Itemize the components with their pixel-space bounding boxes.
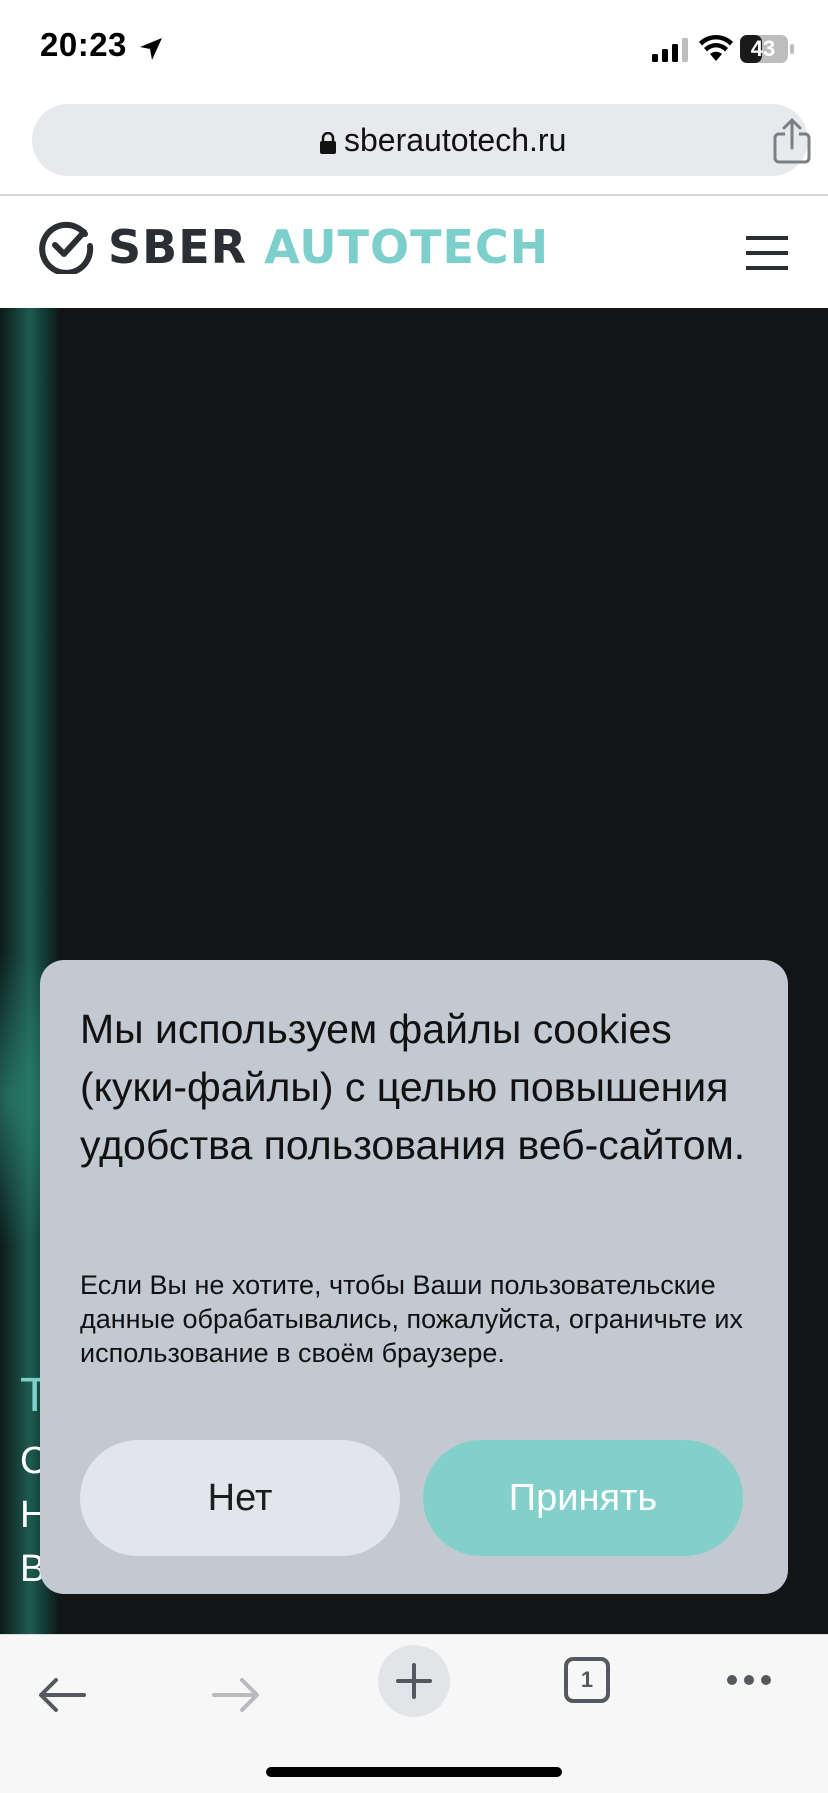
decline-button[interactable]: Нет (80, 1440, 400, 1556)
wifi-icon (699, 34, 733, 67)
sber-check-logo-icon[interactable] (38, 218, 94, 279)
back-arrow-icon[interactable] (38, 1677, 86, 1718)
address-bar[interactable]: sberautotech.ru (32, 104, 811, 176)
accept-button[interactable]: Принять (423, 1440, 743, 1556)
browser-toolbar: 1 (0, 1634, 828, 1793)
cookie-body: Если Вы не хотите, чтобы Ваши пользовате… (80, 1270, 743, 1368)
share-icon[interactable] (772, 118, 812, 169)
cellular-signal-icon (652, 38, 688, 67)
new-tab-plus-icon[interactable] (378, 1645, 450, 1717)
divider (0, 194, 828, 196)
forward-arrow-icon[interactable] (212, 1677, 260, 1718)
status-time: 20:23 (40, 26, 127, 63)
hamburger-menu-icon[interactable] (746, 236, 788, 275)
site-logo[interactable]: SBER AUTOTECH (108, 220, 549, 274)
browser-address-area: sberautotech.ru (0, 98, 828, 196)
battery-level: 43 (750, 36, 776, 61)
cookie-title: Мы используем файлы cookies (куки-файлы)… (80, 1006, 746, 1168)
home-indicator (266, 1767, 562, 1777)
tabs-icon[interactable]: 1 (564, 1657, 610, 1703)
logo-sber-text: SBER (108, 220, 248, 274)
cookie-consent-dialog: Мы используем файлы cookies (куки-файлы)… (40, 960, 788, 1594)
more-dots-icon[interactable] (726, 1673, 772, 1691)
lock-icon (320, 131, 336, 159)
location-arrow-icon (138, 36, 164, 67)
status-bar: 20:23 43 (0, 0, 828, 98)
site-header: SBER AUTOTECH (0, 198, 828, 308)
url-text[interactable]: sberautotech.ru (344, 122, 566, 159)
logo-autotech-text: AUTOTECH (264, 220, 550, 274)
tab-count: 1 (580, 1667, 594, 1692)
